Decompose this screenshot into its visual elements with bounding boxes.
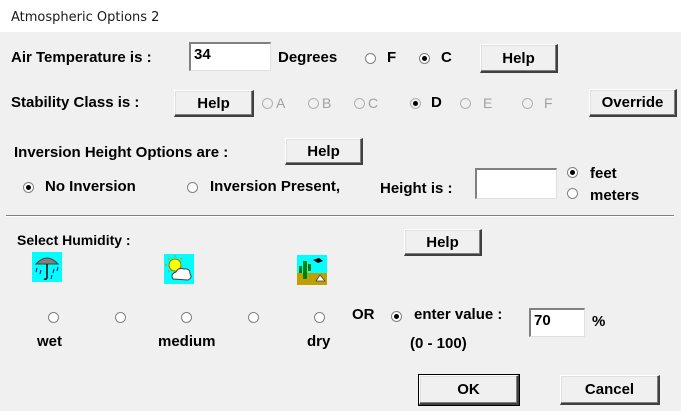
medium-label: medium <box>158 333 216 350</box>
no-inversion-radio[interactable] <box>23 182 34 193</box>
stability-d-radio[interactable] <box>410 98 421 109</box>
umbrella-rain-icon <box>32 252 62 282</box>
cancel-button[interactable]: Cancel <box>560 375 660 405</box>
percent-label: % <box>592 313 606 330</box>
dialog-body: Air Temperature is : 34 Degrees F C Help… <box>0 32 681 411</box>
degrees-label: Degrees <box>278 49 338 66</box>
dry-label: dry <box>307 333 331 350</box>
stability-c-label: C <box>368 95 379 111</box>
stability-a-label: A <box>276 95 286 111</box>
inversion-present-radio[interactable] <box>187 182 198 193</box>
ok-button[interactable]: OK <box>418 374 520 406</box>
stability-d-label: D <box>431 94 442 111</box>
inversion-height-input[interactable] <box>475 168 557 199</box>
height-label: Height is : <box>380 180 453 197</box>
unit-f-label: F <box>387 49 397 66</box>
feet-label: feet <box>590 165 617 182</box>
inversion-options-label: Inversion Height Options are : <box>14 144 229 161</box>
stability-e-label: E <box>483 95 493 111</box>
window-title: Atmospheric Options 2 <box>0 0 681 32</box>
no-inversion-label: No Inversion <box>45 178 136 195</box>
unit-c-radio[interactable] <box>419 53 430 64</box>
sun-cloud-icon <box>164 254 194 284</box>
value-range-label: (0 - 100) <box>410 335 467 352</box>
humidity-help-button[interactable]: Help <box>404 229 482 256</box>
enter-value-label: enter value : <box>414 306 503 323</box>
temperature-help-button[interactable]: Help <box>480 44 558 73</box>
stability-c-radio[interactable] <box>354 98 365 109</box>
unit-c-label: C <box>441 49 452 66</box>
enter-value-radio[interactable] <box>391 311 402 322</box>
humidity-wet-medium-radio[interactable] <box>115 312 126 323</box>
humidity-value-input[interactable]: 70 <box>529 308 585 337</box>
stability-e-radio[interactable] <box>460 98 471 109</box>
inversion-help-button[interactable]: Help <box>285 138 363 165</box>
desert-cactus-icon <box>297 255 327 285</box>
unit-f-radio[interactable] <box>365 53 376 64</box>
stability-b-radio[interactable] <box>308 98 319 109</box>
wet-label: wet <box>37 333 63 350</box>
meters-label: meters <box>590 187 640 204</box>
stability-f-label: F <box>544 95 554 111</box>
stability-class-label: Stability Class is : <box>11 94 140 111</box>
section-divider <box>6 215 674 217</box>
stability-a-radio[interactable] <box>262 98 273 109</box>
air-temperature-label: Air Temperature is : <box>11 49 152 66</box>
or-label: OR <box>352 306 375 323</box>
air-temperature-input[interactable]: 34 <box>189 42 271 71</box>
stability-help-button[interactable]: Help <box>174 90 254 117</box>
humidity-medium-dry-radio[interactable] <box>248 312 259 323</box>
humidity-medium-radio[interactable] <box>181 312 192 323</box>
override-button[interactable]: Override <box>589 89 677 117</box>
stability-b-label: B <box>322 95 332 111</box>
humidity-dry-radio[interactable] <box>314 312 325 323</box>
humidity-wet-radio[interactable] <box>48 312 59 323</box>
inversion-present-label: Inversion Present, <box>210 178 341 195</box>
stability-f-radio[interactable] <box>522 98 533 109</box>
meters-radio[interactable] <box>567 188 578 199</box>
humidity-label: Select Humidity : <box>17 232 131 248</box>
feet-radio[interactable] <box>567 167 578 178</box>
